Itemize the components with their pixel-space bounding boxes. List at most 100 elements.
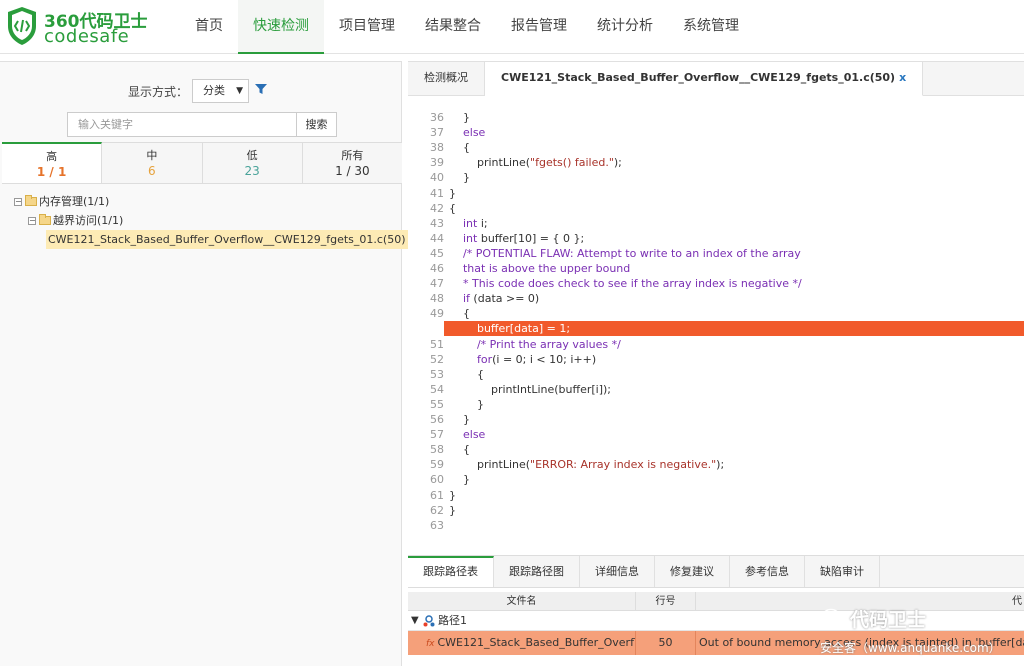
expand-arrow-icon[interactable]: ▼ — [411, 611, 419, 631]
close-icon[interactable]: x — [899, 71, 906, 84]
code-line[interactable]: 47 * This code does check to see if the … — [408, 276, 1024, 291]
code-line[interactable]: 62} — [408, 503, 1024, 518]
tab-references[interactable]: 参考信息 — [730, 556, 805, 587]
line-number: 47 — [430, 277, 444, 291]
nav-home[interactable]: 首页 — [180, 0, 238, 54]
tab-severity-medium[interactable]: 中 6 — [102, 143, 203, 183]
code-text: else — [463, 428, 486, 442]
code-line[interactable]: 49 { — [408, 306, 1024, 321]
folder-icon — [25, 195, 37, 206]
tree-node-label: 内存管理(1/1) — [39, 195, 110, 208]
code-text: that is above the upper bound — [449, 262, 631, 275]
code-line[interactable]: 43 int i; — [408, 216, 1024, 231]
code-line[interactable]: 44 int buffer[10] = { 0 }; — [408, 231, 1024, 246]
code-line[interactable]: 60 } — [408, 472, 1024, 487]
header-line[interactable]: 行号 — [636, 592, 696, 611]
filter-icon[interactable] — [254, 82, 268, 96]
code-text: { — [449, 307, 470, 321]
code-line[interactable]: 45 /* POTENTIAL FLAW: Attempt to write t… — [408, 246, 1024, 261]
header-file[interactable]: 文件名 — [408, 592, 636, 611]
code-line[interactable]: 51 /* Print the array values */ — [408, 337, 1024, 352]
code-editor[interactable]: 36 } 37 else 38 {39 printLine("fgets() fai… — [408, 102, 1024, 596]
code-line[interactable]: 63 — [408, 518, 1024, 533]
tab-severity-low[interactable]: 低 23 — [203, 143, 303, 183]
code-text: } — [449, 473, 470, 487]
code-line[interactable]: 42 { — [408, 201, 1024, 216]
code-line[interactable]: 37 else — [408, 125, 1024, 140]
nav-reports[interactable]: 报告管理 — [496, 0, 582, 54]
tab-severity-high[interactable]: 高 1 / 1 — [2, 142, 103, 183]
collapse-icon[interactable]: − — [14, 197, 22, 206]
code-line[interactable]: 36 } — [408, 110, 1024, 125]
path-icon — [423, 615, 435, 627]
main-nav: 首页 快速检测 项目管理 结果整合 报告管理 统计分析 系统管理 — [180, 0, 754, 54]
trace-file-cell: fx CWE121_Stack_Based_Buffer_Overfl... — [408, 631, 636, 655]
nav-quick-scan[interactable]: 快速检测 — [238, 0, 324, 54]
line-number: 36 — [430, 111, 444, 124]
tab-fix-advice[interactable]: 修复建议 — [655, 556, 730, 587]
code-text: } — [449, 186, 456, 200]
code-line[interactable]: 61} — [408, 488, 1024, 503]
tree-node-memory[interactable]: − 内存管理(1/1) — [14, 192, 404, 211]
line-number: 42 — [430, 201, 444, 215]
display-mode-select[interactable]: 分类 ▼ — [192, 79, 250, 103]
trace-group-label: 路径1 — [438, 614, 467, 627]
display-mode-label: 显示方式： — [128, 84, 189, 99]
severity-count: 1 / 1 — [36, 165, 67, 179]
watermark-title: 代码卫士 — [850, 609, 927, 631]
code-line[interactable]: 40 } — [408, 170, 1024, 185]
code-line[interactable]: 41} — [408, 186, 1024, 201]
line-number: 37 — [430, 126, 444, 140]
code-line-highlighted[interactable]: 50 buffer[data] = 1; — [408, 321, 1024, 336]
line-number: 40 — [430, 171, 444, 185]
code-line[interactable]: 59 printLine("ERROR: Array index is nega… — [408, 457, 1024, 472]
code-line[interactable]: 46 that is above the upper bound — [408, 261, 1024, 276]
code-line[interactable]: 53 { — [408, 367, 1024, 382]
code-text: } — [449, 111, 470, 124]
nav-system[interactable]: 系统管理 — [668, 0, 754, 54]
code-line[interactable]: 39 printLine("fgets() failed."); — [408, 155, 1024, 170]
defect-tree-panel: 显示方式： 分类 ▼ 输入关键字 搜索 高 1 / 1 中 6 低 23 所有 … — [0, 61, 408, 666]
tab-overview[interactable]: 检测概况 — [408, 62, 485, 96]
line-number: 45 — [430, 246, 444, 260]
collapse-icon[interactable]: − — [28, 216, 36, 225]
tree-node-out-of-bounds[interactable]: − 越界访问(1/1) — [14, 211, 404, 230]
search-button[interactable]: 搜索 — [296, 112, 337, 137]
tab-trace-table[interactable]: 跟踪路径表 — [408, 556, 494, 587]
nav-results[interactable]: 结果整合 — [410, 0, 496, 54]
code-line[interactable]: 56 } — [408, 412, 1024, 427]
display-mode-row: 显示方式： 分类 ▼ — [128, 79, 250, 103]
tab-severity-all[interactable]: 所有 1 / 30 — [303, 143, 402, 183]
severity-tabs: 高 1 / 1 中 6 低 23 所有 1 / 30 — [2, 142, 402, 184]
tree-leaf-defect[interactable]: CWE121_Stack_Based_Buffer_Overflow__CWE1… — [14, 230, 408, 249]
tab-details[interactable]: 详细信息 — [580, 556, 655, 587]
chevron-down-icon: ▼ — [236, 86, 244, 96]
tab-audit[interactable]: 缺陷审计 — [805, 556, 880, 587]
line-number: 48 — [430, 292, 444, 306]
code-text: { — [449, 443, 470, 457]
code-line[interactable]: 48 if (data >= 0) — [408, 291, 1024, 306]
trace-file-name: CWE121_Stack_Based_Buffer_Overfl... — [437, 636, 636, 649]
defect-tree: − 内存管理(1/1) − 越界访问(1/1) CWE121_Stack_Bas… — [14, 192, 408, 249]
code-viewer-panel: 检测概况 CWE121_Stack_Based_Buffer_Overflow_… — [408, 61, 1024, 666]
code-line[interactable]: 58 { — [408, 442, 1024, 457]
code-line[interactable]: 38 { — [408, 140, 1024, 155]
code-line[interactable]: 55 } — [408, 397, 1024, 412]
tab-source-file[interactable]: CWE121_Stack_Based_Buffer_Overflow__CWE1… — [485, 62, 924, 96]
code-line[interactable]: 54 printIntLine(buffer[i]); — [408, 382, 1024, 397]
nav-statistics[interactable]: 统计分析 — [582, 0, 668, 54]
search-input[interactable]: 输入关键字 — [67, 112, 297, 137]
line-number: 62 — [430, 503, 444, 517]
brand-logo[interactable]: 360代码卫士 codesafe — [6, 6, 151, 48]
code-line[interactable]: 52 for(i = 0; i < 10; i++) — [408, 352, 1024, 367]
wechat-icon — [822, 608, 846, 627]
nav-projects[interactable]: 项目管理 — [324, 0, 410, 54]
tab-trace-graph[interactable]: 跟踪路径图 — [494, 556, 580, 587]
code-line[interactable]: 57 else — [408, 427, 1024, 442]
code-text: printLine("ERROR: Array index is negativ… — [449, 458, 725, 472]
code-text: } — [449, 171, 470, 185]
code-text: int i; — [463, 216, 488, 230]
code-text: int buffer[10] = { 0 }; — [463, 231, 585, 245]
file-tabs: 检测概况 CWE121_Stack_Based_Buffer_Overflow_… — [408, 62, 1024, 96]
code-text: * This code does check to see if the arr… — [449, 277, 802, 291]
